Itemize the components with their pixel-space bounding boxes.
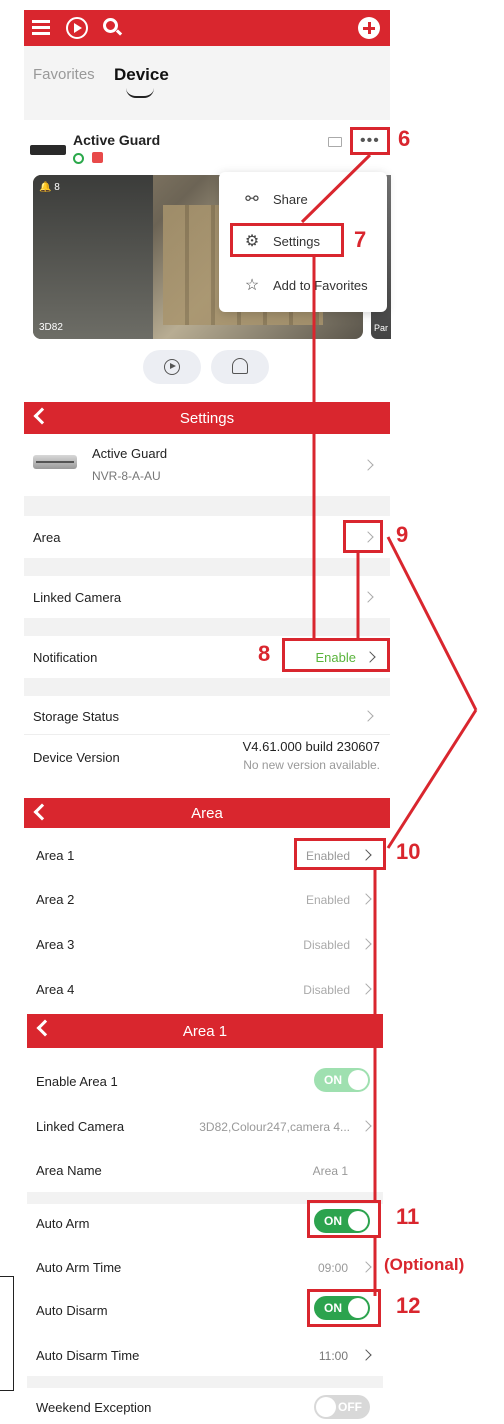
highlight-area-chevron [343, 520, 383, 553]
highlight-area1 [294, 838, 386, 870]
highlight-settings [230, 223, 344, 257]
step-number: 12 [396, 1293, 421, 1318]
highlight-more [350, 127, 390, 155]
step-number: 7 [354, 227, 367, 252]
annotation-lines [300, 153, 478, 1296]
step-number: 10 [396, 839, 421, 864]
leader-elbow-10 [386, 709, 478, 849]
step-number: 11 [396, 1204, 420, 1229]
step-number: 9 [396, 522, 409, 547]
leader-9-elbow [386, 536, 478, 711]
highlight-notification [282, 638, 390, 672]
highlight-auto-disarm [307, 1289, 381, 1327]
optional-note: (Optional) [384, 1255, 465, 1274]
step-number: 8 [258, 641, 271, 666]
highlight-auto-arm [307, 1200, 381, 1238]
step-number: 6 [398, 126, 411, 151]
leader-6-7 [300, 153, 372, 224]
